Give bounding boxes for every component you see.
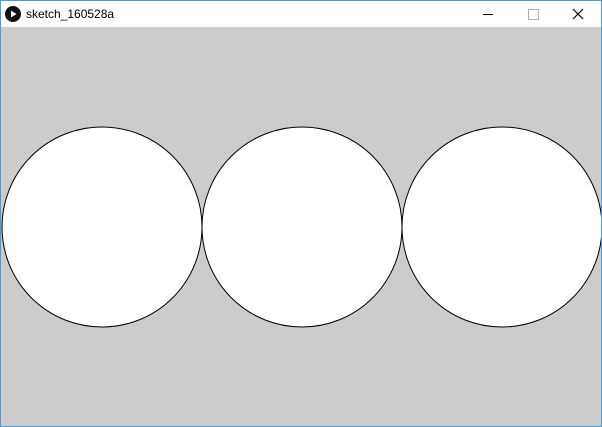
processing-play-icon xyxy=(5,6,21,22)
sketch-canvas[interactable] xyxy=(1,27,601,426)
sketch-circle-1 xyxy=(1,126,203,328)
minimize-button[interactable] xyxy=(465,1,511,27)
window-title: sketch_160528a xyxy=(26,7,115,21)
maximize-button[interactable] xyxy=(511,1,557,27)
sketch-circle-2 xyxy=(201,126,403,328)
maximize-icon xyxy=(528,9,539,20)
close-icon xyxy=(572,8,584,20)
minimize-icon xyxy=(483,14,493,15)
sketch-window: sketch_160528a xyxy=(0,0,602,427)
sketch-circle-3 xyxy=(401,126,601,328)
title-bar[interactable]: sketch_160528a xyxy=(1,1,601,27)
sketch-drawing xyxy=(1,27,601,426)
close-button[interactable] xyxy=(555,1,601,27)
